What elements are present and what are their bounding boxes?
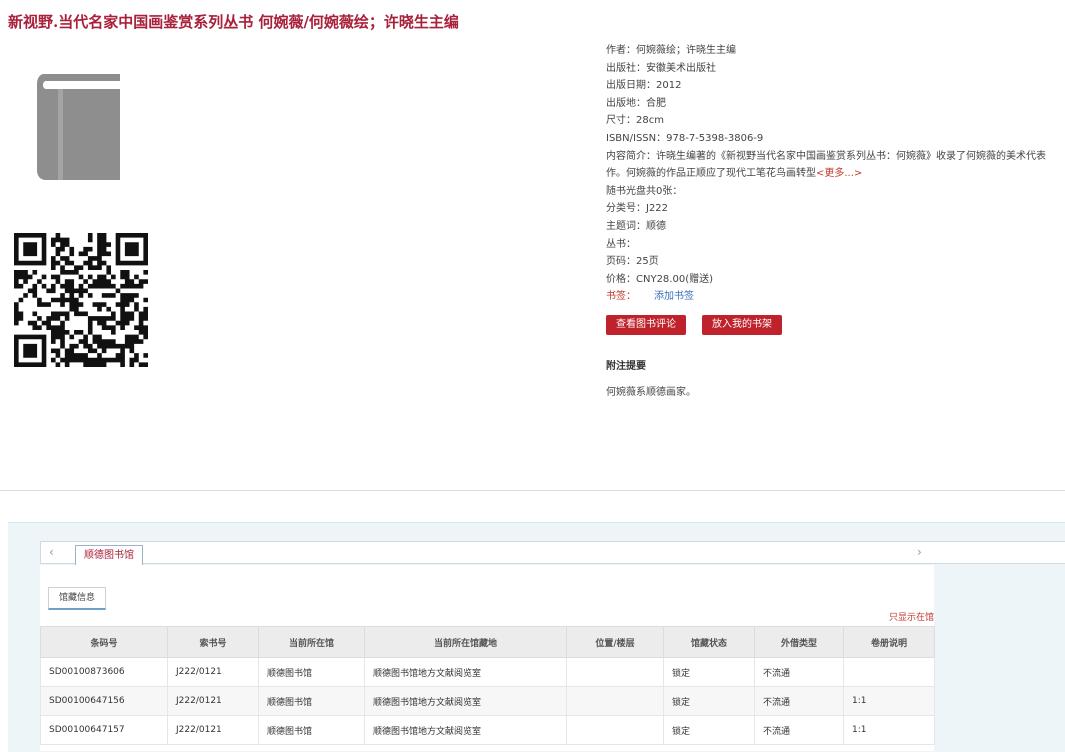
tab-shunde-library[interactable]: 顺德图书馆 xyxy=(75,545,143,566)
more-link[interactable]: <更多...> xyxy=(816,168,862,179)
column-header: 当前所在馆 xyxy=(258,626,365,658)
cell-loan-type: 不流通 xyxy=(754,715,844,745)
meta-cd: 随书光盘共0张： xyxy=(606,185,683,197)
action-buttons: 查看图书评论 放入我的书架 xyxy=(606,312,798,335)
cell-barcode: SD00100647156 xyxy=(40,686,168,716)
table-row: SD00100873606 J222/0121 顺德图书馆 顺德图书馆地方文献阅… xyxy=(40,657,935,687)
meta-isbn: ISBN/ISSN：978-7-5398-3806-9 xyxy=(606,132,764,144)
column-header: 外借类型 xyxy=(754,626,844,658)
book-title: 新视野.当代名家中国画鉴赏系列丛书 何婉薇/何婉薇绘；许晓生主编 xyxy=(8,13,459,31)
tab-holdings-info[interactable]: 馆藏信息 xyxy=(48,587,107,610)
cell-status: 锁定 xyxy=(663,686,755,716)
section-divider xyxy=(0,490,1065,491)
cell-call-number: J222/0121 xyxy=(167,715,259,745)
cell-library: 顺德图书馆 xyxy=(258,657,365,687)
view-reviews-button[interactable]: 查看图书评论 xyxy=(606,315,686,335)
cell-loan-type: 不流通 xyxy=(754,657,844,687)
cell-barcode: SD00100873606 xyxy=(40,657,168,687)
meta-class-no: 分类号：J222 xyxy=(606,203,669,215)
column-header: 索书号 xyxy=(167,626,259,658)
note-title: 附注提要 xyxy=(606,361,646,372)
cell-volume: 1:1 xyxy=(843,715,935,745)
column-header: 当前所在馆藏地 xyxy=(364,626,567,658)
cell-call-number: J222/0121 xyxy=(167,657,259,687)
meta-bookmark: 书签： 添加书签 xyxy=(606,288,1061,306)
only-show-in-library-link[interactable]: 只显示在馆 xyxy=(889,610,934,623)
table-header-row: 条码号 索书号 当前所在馆 当前所在馆藏地 位置/楼层 馆藏状态 外借类型 卷册… xyxy=(40,626,935,658)
holdings-table: 条码号 索书号 当前所在馆 当前所在馆藏地 位置/楼层 馆藏状态 外借类型 卷册… xyxy=(40,626,935,745)
cell-loan-type: 不流通 xyxy=(754,686,844,716)
meta-size: 尺寸：28cm xyxy=(606,115,664,127)
bookmark-label: 书签： xyxy=(606,291,636,303)
cell-barcode: SD00100647157 xyxy=(40,715,168,745)
column-header: 位置/楼层 xyxy=(566,626,664,658)
cell-floor xyxy=(566,657,664,687)
column-header: 馆藏状态 xyxy=(663,626,755,658)
column-header: 卷册说明 xyxy=(843,626,935,658)
book-icon xyxy=(36,72,126,188)
cell-status: 锁定 xyxy=(663,715,755,745)
cell-library: 顺德图书馆 xyxy=(258,686,365,716)
cell-status: 锁定 xyxy=(663,657,755,687)
meta-pub-date: 出版日期：2012 xyxy=(606,80,682,92)
chevron-right-icon[interactable]: › xyxy=(917,545,922,559)
cell-location: 顺德图书馆地方文献阅览室 xyxy=(364,715,567,745)
qr-code xyxy=(14,233,148,371)
meta-subject: 主题词：顺德 xyxy=(606,220,666,232)
chevron-left-icon[interactable]: ‹ xyxy=(49,545,54,559)
cell-floor xyxy=(566,715,664,745)
table-row: SD00100647157 J222/0121 顺德图书馆 顺德图书馆地方文献阅… xyxy=(40,715,935,745)
column-header: 条码号 xyxy=(40,626,168,658)
cell-library: 顺德图书馆 xyxy=(258,715,365,745)
meta-author: 作者：何婉薇绘；许晓生主编 xyxy=(606,45,736,56)
meta-publisher: 出版社：安徽美术出版社 xyxy=(606,62,716,74)
cell-location: 顺德图书馆地方文献阅览室 xyxy=(364,657,567,687)
meta-pub-place: 出版地：合肥 xyxy=(606,97,666,109)
meta-series: 丛书： xyxy=(606,238,636,250)
cell-volume: 1:1 xyxy=(843,686,935,716)
library-tabbar: ‹ 顺德图书馆 › xyxy=(40,541,1065,566)
cell-location: 顺德图书馆地方文献阅览室 xyxy=(364,686,567,716)
add-to-shelf-button[interactable]: 放入我的书架 xyxy=(702,315,782,335)
meta-summary: 内容简介：许晓生编著的《新视野当代名家中国画鉴赏系列丛书：何婉薇》收录了何婉薇的… xyxy=(606,148,1061,183)
add-bookmark-link[interactable]: 添加书签 xyxy=(654,291,694,302)
table-row: SD00100647156 J222/0121 顺德图书馆 顺德图书馆地方文献阅… xyxy=(40,686,935,716)
cell-call-number: J222/0121 xyxy=(167,686,259,716)
cell-volume xyxy=(843,657,935,687)
meta-price: 价格：CNY28.00(赠送) xyxy=(606,273,714,285)
cell-floor xyxy=(566,686,664,716)
note-text: 何婉薇系顺德画家。 xyxy=(606,387,696,398)
book-metadata: 作者：何婉薇绘；许晓生主编 出版社：安徽美术出版社 出版日期：2012 出版地：… xyxy=(606,42,1061,306)
meta-pages: 页码：25页 xyxy=(606,256,659,268)
